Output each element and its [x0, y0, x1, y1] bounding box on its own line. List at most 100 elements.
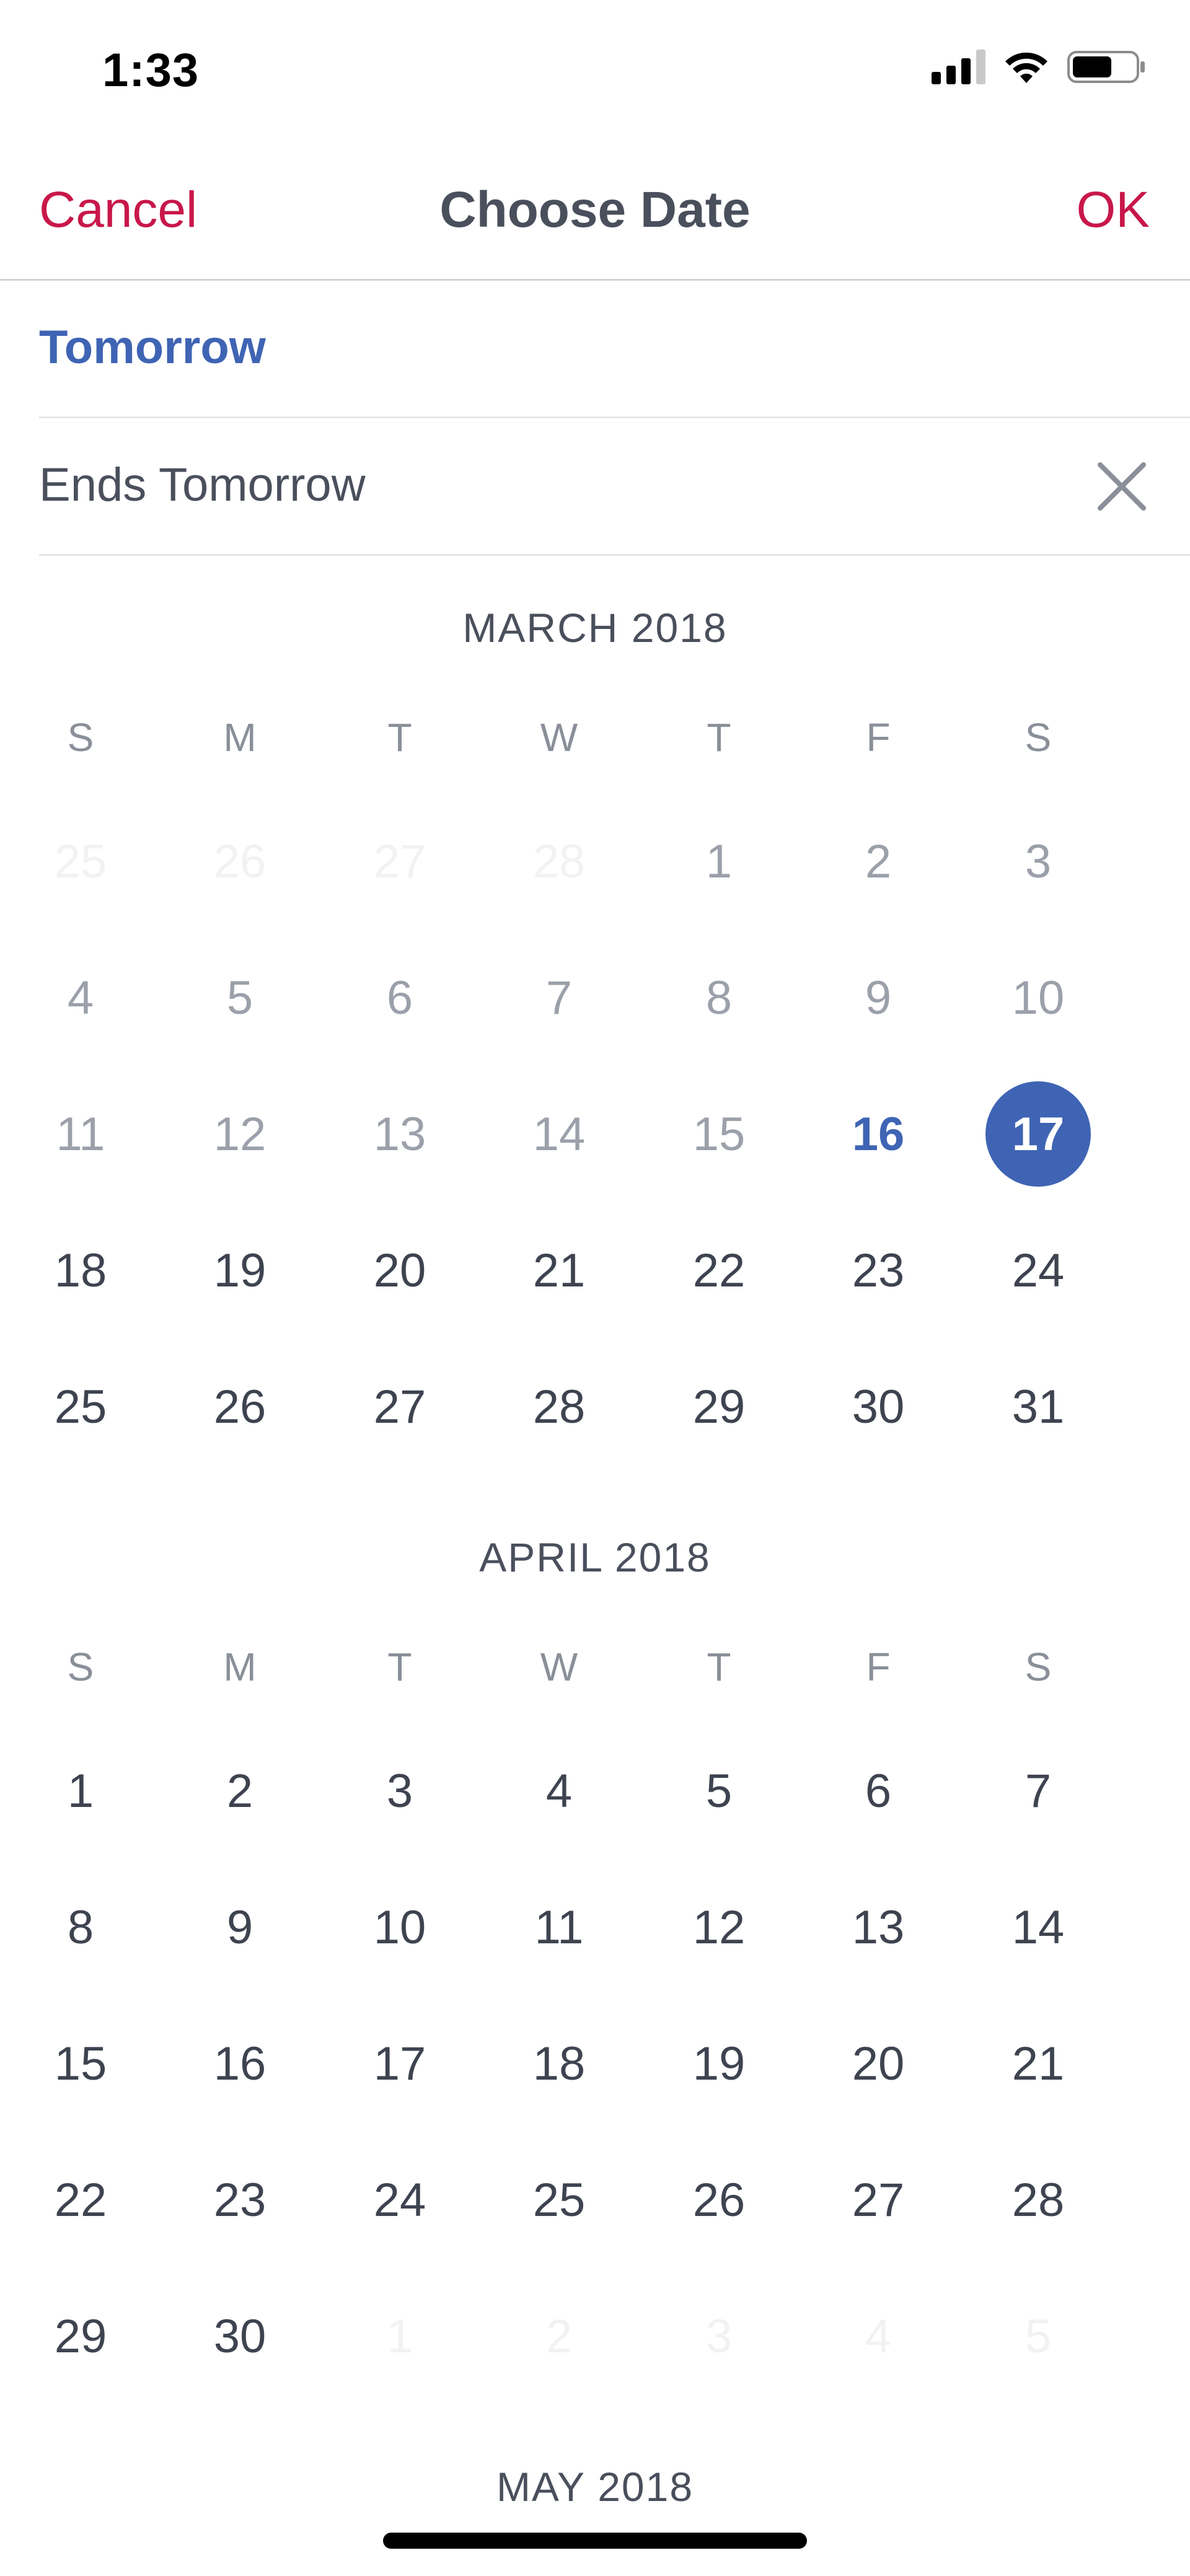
day-number: 24 — [373, 2173, 426, 2227]
day-cell: 26 — [165, 799, 314, 923]
day-cell[interactable]: 25 — [6, 1345, 155, 1469]
day-number: 21 — [1011, 2037, 1065, 2090]
day-cell[interactable]: 12 — [165, 1072, 314, 1196]
weekday-label: M — [223, 1645, 257, 1689]
day-cell[interactable]: 14 — [485, 1072, 633, 1196]
day-number: 25 — [532, 2173, 586, 2227]
day-number: 25 — [54, 835, 107, 888]
day-cell[interactable]: 29 — [645, 1345, 793, 1469]
day-cell[interactable]: 23 — [804, 1208, 953, 1332]
day-cell[interactable]: 4 — [485, 1729, 633, 1853]
month-title: MAY 2018 — [496, 2464, 694, 2510]
day-cell[interactable]: 27 — [325, 1345, 474, 1469]
day-cell[interactable]: 28 — [964, 2138, 1113, 2262]
day-cell[interactable]: 22 — [6, 2138, 155, 2262]
day-cell[interactable]: 7 — [485, 936, 633, 1060]
day-cell[interactable]: 10 — [325, 1865, 474, 1989]
day-number: 11 — [534, 1901, 584, 1954]
day-number: 6 — [865, 1764, 892, 1818]
day-cell[interactable]: 19 — [165, 1208, 314, 1332]
day-cell[interactable]: 30 — [804, 1345, 953, 1469]
day-cell[interactable]: 9 — [804, 936, 953, 1060]
day-cell[interactable]: 27 — [804, 2138, 953, 2262]
day-cell[interactable]: 12 — [645, 1865, 793, 1989]
day-cell[interactable]: 31 — [964, 1345, 1113, 1469]
day-cell[interactable]: 3 — [325, 1729, 474, 1853]
day-number: 5 — [705, 1764, 733, 1818]
day-cell[interactable]: 2 — [165, 1729, 314, 1853]
day-number: 27 — [373, 835, 426, 888]
day-cell[interactable]: 26 — [165, 1345, 314, 1469]
day-cell[interactable]: 21 — [964, 2002, 1113, 2125]
option-tomorrow[interactable]: Tomorrow — [39, 281, 1190, 418]
weekday-label: S — [1025, 715, 1052, 760]
day-cell[interactable]: 1 — [6, 1729, 155, 1853]
day-cell[interactable]: 21 — [485, 1208, 633, 1332]
day-cell[interactable]: 13 — [804, 1865, 953, 1989]
day-number: 19 — [213, 1244, 267, 1297]
day-cell[interactable]: 22 — [645, 1208, 793, 1332]
day-cell[interactable]: 2 — [804, 799, 953, 923]
day-cell[interactable]: 1 — [645, 799, 793, 923]
day-cell[interactable]: 16 — [165, 2002, 314, 2125]
weekday-label: S — [1025, 1645, 1052, 1689]
day-cell[interactable]: 5 — [645, 1729, 793, 1853]
option-tomorrow-label: Tomorrow — [39, 321, 266, 374]
day-cell[interactable]: 10 — [964, 936, 1113, 1060]
day-cell[interactable]: 8 — [6, 1865, 155, 1989]
day-cell[interactable]: 28 — [485, 1345, 633, 1469]
close-icon[interactable] — [1094, 459, 1150, 514]
day-cell: 4 — [804, 2274, 953, 2398]
day-cell[interactable]: 26 — [645, 2138, 793, 2262]
day-cell-today[interactable]: 16 — [804, 1072, 953, 1196]
day-cell[interactable]: 7 — [964, 1729, 1113, 1853]
day-number: 27 — [852, 2173, 905, 2227]
weekday-label: F — [866, 1645, 891, 1689]
day-cell[interactable]: 18 — [6, 1208, 155, 1332]
day-number: 22 — [692, 1244, 746, 1297]
day-cell[interactable]: 15 — [6, 2002, 155, 2125]
day-number: 18 — [532, 2037, 586, 2090]
day-cell[interactable]: 20 — [804, 2002, 953, 2125]
day-number: 29 — [54, 2310, 107, 2363]
day-cell[interactable]: 11 — [485, 1865, 633, 1989]
day-number: 2 — [865, 835, 892, 888]
day-number: 9 — [226, 1901, 253, 1954]
day-number: 9 — [865, 971, 892, 1024]
day-cell[interactable]: 6 — [325, 936, 474, 1060]
option-ends-tomorrow[interactable]: Ends Tomorrow — [39, 418, 1190, 556]
day-cell-selected[interactable]: 17 — [964, 1072, 1113, 1196]
day-cell: 28 — [485, 799, 633, 923]
day-cell[interactable]: 13 — [325, 1072, 474, 1196]
day-cell[interactable]: 18 — [485, 2002, 633, 2125]
day-cell[interactable]: 4 — [6, 936, 155, 1060]
weekday-label: M — [223, 715, 257, 760]
ok-button[interactable]: OK — [1077, 181, 1150, 239]
day-number: 1 — [705, 835, 733, 888]
day-cell[interactable]: 25 — [485, 2138, 633, 2262]
day-cell[interactable]: 17 — [325, 2002, 474, 2125]
day-cell[interactable]: 30 — [165, 2274, 314, 2398]
day-cell[interactable]: 19 — [645, 2002, 793, 2125]
day-cell[interactable]: 23 — [165, 2138, 314, 2262]
day-cell[interactable]: 5 — [165, 936, 314, 1060]
day-cell[interactable]: 29 — [6, 2274, 155, 2398]
day-cell[interactable]: 11 — [6, 1072, 155, 1196]
day-cell[interactable]: 3 — [964, 799, 1113, 923]
weekday-label: T — [707, 1645, 731, 1689]
day-cell[interactable]: 20 — [325, 1208, 474, 1332]
day-cell[interactable]: 14 — [964, 1865, 1113, 1989]
day-number: 12 — [213, 1107, 267, 1161]
day-cell[interactable]: 24 — [325, 2138, 474, 2262]
day-number: 30 — [213, 2310, 267, 2363]
page-title: Choose Date — [439, 182, 751, 238]
day-cell: 1 — [325, 2274, 474, 2398]
day-cell[interactable]: 9 — [165, 1865, 314, 1989]
day-number: 23 — [852, 1244, 905, 1297]
day-cell[interactable]: 6 — [804, 1729, 953, 1853]
day-cell[interactable]: 15 — [645, 1072, 793, 1196]
nav-bar: Cancel Choose Date OK — [0, 143, 1190, 281]
day-cell[interactable]: 24 — [964, 1208, 1113, 1332]
day-cell[interactable]: 8 — [645, 936, 793, 1060]
day-cell: 2 — [485, 2274, 633, 2398]
